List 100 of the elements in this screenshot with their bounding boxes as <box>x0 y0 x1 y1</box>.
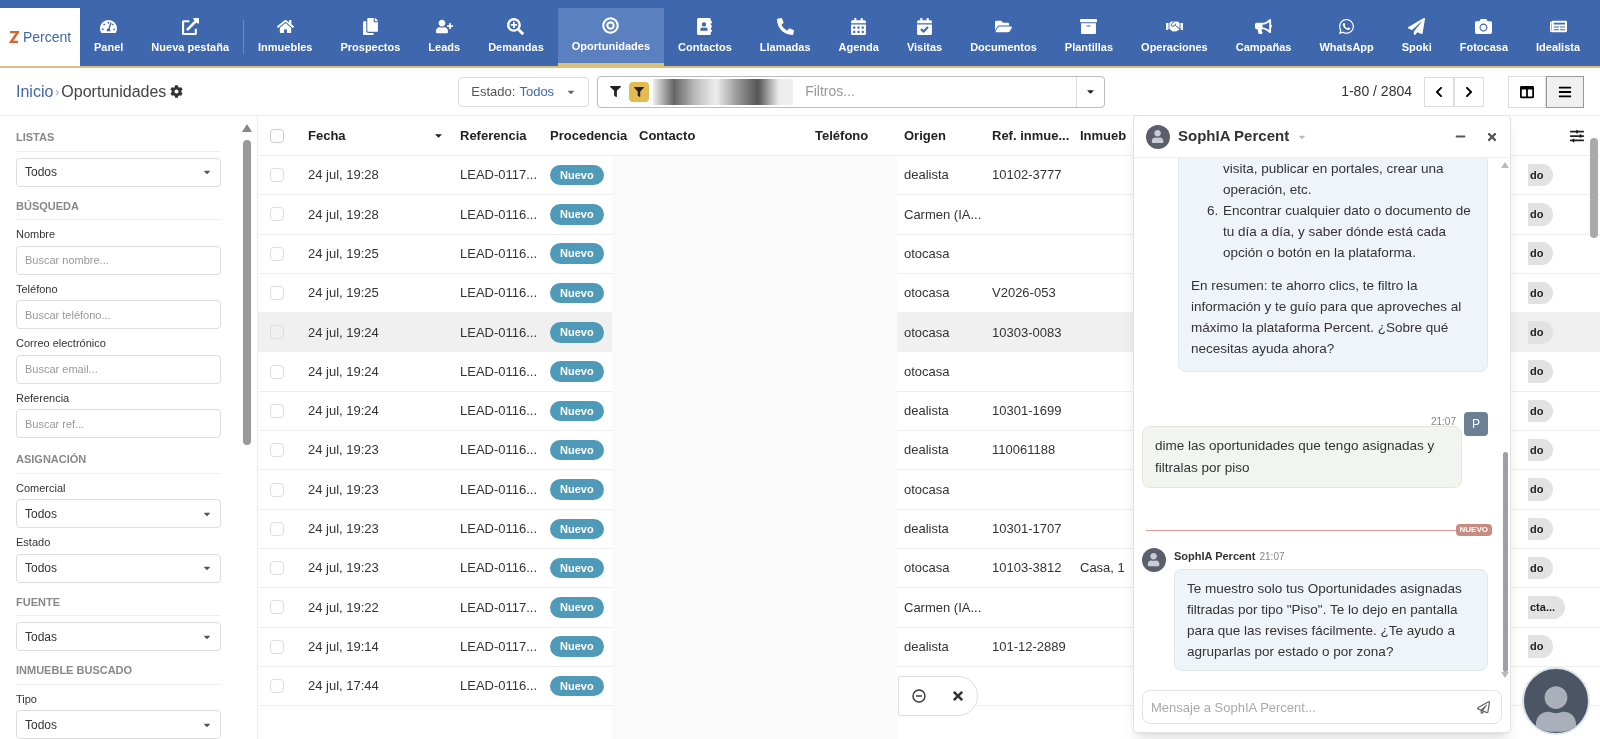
search-field[interactable]: Buscar nombre... <box>16 245 222 275</box>
nav-tab[interactable]: Panel <box>80 8 138 66</box>
select-all-checkbox[interactable] <box>270 128 284 143</box>
nav-tab[interactable]: Fotocasa <box>1445 8 1522 66</box>
zoom-in-icon <box>507 18 525 36</box>
person-icon <box>1536 685 1576 733</box>
column-header[interactable]: Ref. inmue... <box>992 125 1070 146</box>
select-field[interactable]: Todos <box>16 553 222 583</box>
table-cell: 10301-1707 <box>992 521 1062 537</box>
status-badge: Nuevo <box>550 243 604 264</box>
close-icon[interactable] <box>1486 130 1498 143</box>
logo[interactable]: Percent <box>0 8 80 66</box>
scroll-up-icon[interactable] <box>1501 162 1509 168</box>
message-input[interactable]: Mensaje a SophIA Percent... <box>1142 690 1502 724</box>
column-header[interactable]: Origen <box>904 125 946 146</box>
select-field[interactable]: Todos <box>16 499 222 528</box>
nav-tab[interactable]: Spoki <box>1387 8 1446 66</box>
column-header[interactable]: Contacto <box>639 125 696 146</box>
view-toggle-button[interactable] <box>1546 75 1584 108</box>
column-header[interactable]: Teléfono <box>815 125 869 146</box>
settings-icon[interactable] <box>170 85 184 98</box>
table-cell: LEAD-0116... <box>460 363 538 379</box>
field-label: Tipo <box>16 691 38 707</box>
row-checkbox[interactable] <box>270 246 284 261</box>
column-header[interactable]: Procedencia <box>550 125 628 146</box>
close-icon[interactable] <box>950 689 965 703</box>
row-checkbox[interactable] <box>270 443 284 458</box>
column-header[interactable]: Inmueb <box>1080 125 1127 146</box>
select-field[interactable]: Todos <box>16 710 222 739</box>
row-checkbox[interactable] <box>270 364 284 379</box>
pagination-count: 1-80 / 2804 <box>1341 82 1412 101</box>
table-cell: LEAD-0117... <box>460 167 538 183</box>
scrollbar-thumb[interactable] <box>243 140 252 445</box>
estado-dropdown[interactable]: Estado: Todos <box>458 76 590 107</box>
nav-tab[interactable]: Documentos <box>956 8 1051 66</box>
table-cell: LEAD-0116... <box>460 324 538 340</box>
column-header[interactable]: Referencia <box>460 125 527 146</box>
table-cell: 24 jul, 19:24 <box>308 403 379 419</box>
filter-input[interactable]: Filtros... <box>805 81 1077 102</box>
row-checkbox[interactable] <box>270 600 284 615</box>
row-checkbox[interactable] <box>270 521 284 536</box>
nav-tab[interactable]: Idealista <box>1522 8 1595 66</box>
nav-tab[interactable]: Campañas <box>1221 8 1306 66</box>
nav-tab[interactable]: Contactos <box>664 8 746 66</box>
whatsapp-icon <box>1338 18 1356 36</box>
nav-tab[interactable]: Inmuebles <box>244 8 327 66</box>
row-checkbox[interactable] <box>270 286 284 301</box>
next-page-button[interactable] <box>1454 76 1484 107</box>
table-cell: LEAD-0116... <box>460 206 538 222</box>
nav-tab[interactable]: Llamadas <box>745 8 825 66</box>
table-cell: LEAD-0116... <box>460 678 538 694</box>
table-cell: LEAD-0116... <box>460 285 538 301</box>
table-cell: 24 jul, 19:23 <box>308 521 379 537</box>
filter-toggle-button[interactable] <box>629 81 650 102</box>
search-field[interactable]: Buscar teléfono... <box>16 300 222 329</box>
column-settings-icon[interactable] <box>1570 128 1584 143</box>
search-field[interactable]: Buscar email... <box>16 354 222 384</box>
table-cell: LEAD-0117... <box>460 599 538 615</box>
row-checkbox[interactable] <box>270 561 284 576</box>
select-field[interactable]: Todas <box>16 622 222 651</box>
breadcrumb-link[interactable]: Inicio <box>16 79 54 104</box>
nav-tab[interactable]: Nueva pestaña <box>137 8 243 66</box>
row-checkbox[interactable] <box>270 168 284 183</box>
column-header[interactable]: Fecha <box>308 125 346 146</box>
scroll-down-icon[interactable] <box>1501 672 1509 678</box>
status-badge: do <box>1528 321 1554 344</box>
filter-field[interactable]: Filtros... <box>597 75 1106 108</box>
chevron-right-icon <box>1463 85 1475 98</box>
home-icon <box>276 18 294 36</box>
previous-page-button[interactable] <box>1424 76 1454 107</box>
row-checkbox[interactable] <box>270 679 284 693</box>
search-field[interactable]: Buscar ref... <box>16 409 222 438</box>
nav-tab[interactable]: Agenda <box>824 8 893 66</box>
user-plus-icon <box>435 18 453 36</box>
table-cell: 24 jul, 19:24 <box>308 324 379 340</box>
row-checkbox[interactable] <box>270 403 284 418</box>
nav-tab[interactable]: Leads <box>414 8 475 66</box>
field-label: Estado <box>16 535 52 550</box>
camera-icon <box>1475 18 1493 36</box>
minus-circle-icon[interactable] <box>911 689 926 703</box>
status-badge: do <box>1528 399 1554 423</box>
message-bubble: dime las oportunidades que tengo asignadas y filtralas por piso <box>1142 426 1462 488</box>
nav-tab[interactable]: Visitas <box>892 8 957 66</box>
select-field[interactable]: Todos <box>16 157 222 187</box>
nav-tab[interactable]: Plantillas <box>1050 8 1128 66</box>
row-checkbox[interactable] <box>270 639 284 654</box>
scroll-up-icon[interactable] <box>242 124 253 132</box>
table-cell: 110061188 <box>992 442 1056 458</box>
nav-tab[interactable]: Oportunidades <box>557 8 664 66</box>
table-cell: LEAD-0116... <box>460 521 538 537</box>
scrollbar-thumb[interactable] <box>1502 452 1508 672</box>
nav-tab[interactable]: Prospectos <box>326 8 415 66</box>
nav-tab[interactable]: Demandas <box>474 8 558 66</box>
send-icon[interactable] <box>1477 701 1490 714</box>
row-checkbox[interactable] <box>270 207 284 222</box>
scrollbar-thumb[interactable] <box>1590 138 1598 238</box>
nav-tab[interactable]: Operaciones <box>1127 8 1222 66</box>
field-label: Correo electrónico <box>16 336 107 351</box>
nav-tab[interactable]: WhatsApp <box>1305 8 1388 66</box>
row-checkbox[interactable] <box>270 482 284 497</box>
